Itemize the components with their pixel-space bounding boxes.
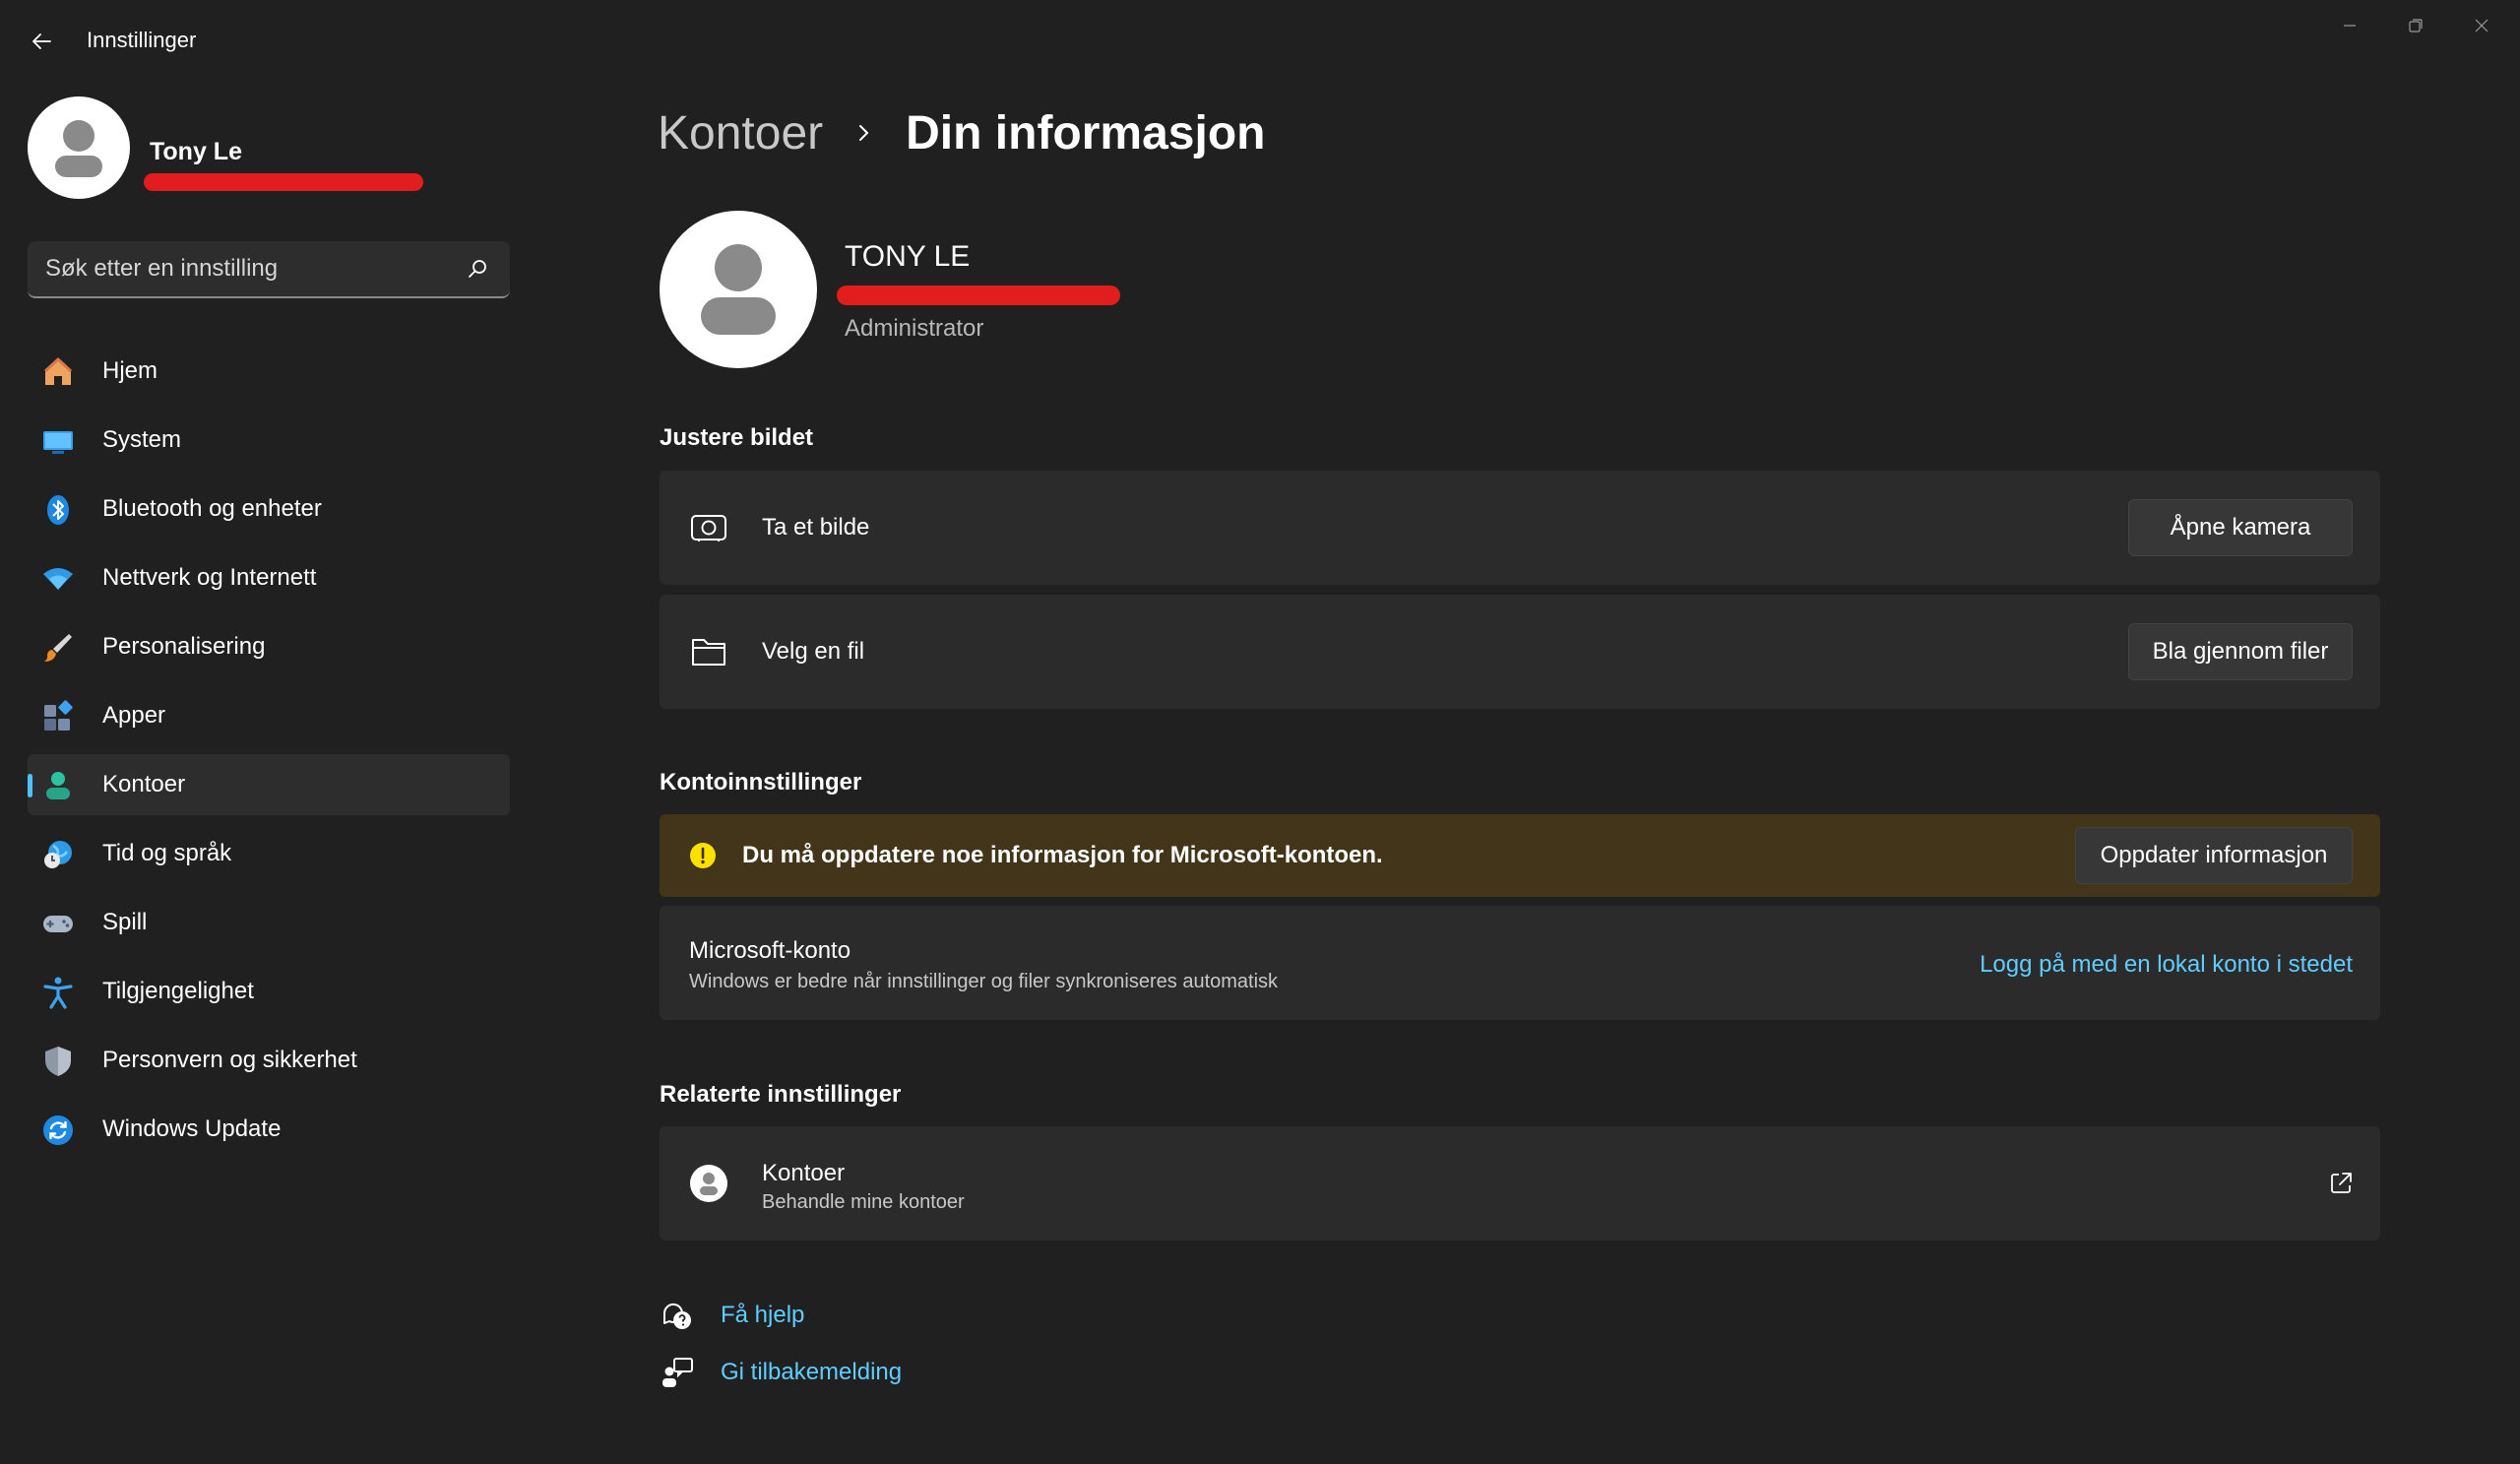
profile-header: TONY LE Administrator (658, 211, 1642, 373)
paintbrush-icon (41, 631, 75, 665)
apps-icon (41, 700, 75, 733)
breadcrumb: Kontoer Din informasjon (658, 98, 1265, 167)
take-photo-card: Ta et bilde Åpne kamera (660, 471, 2380, 585)
sidebar-item-network[interactable]: Nettverk og Internett (28, 547, 510, 608)
user-silhouette-icon (701, 244, 776, 335)
app-title: Innstillinger (87, 28, 197, 52)
sidebar-user-card[interactable]: Tony Le (28, 96, 520, 205)
microsoft-account-title: Microsoft-konto (689, 937, 851, 964)
microsoft-account-subtitle: Windows er bedre når innstillinger og fi… (689, 971, 1279, 992)
choose-file-label: Velg en fil (762, 638, 865, 665)
user-silhouette-icon (55, 120, 102, 177)
sidebar-item-label: Bluetooth og enheter (102, 495, 322, 522)
sidebar-item-apps[interactable]: Apper (28, 685, 510, 746)
sidebar-item-label: Kontoer (102, 771, 186, 797)
search-box[interactable] (28, 241, 510, 298)
shield-icon (41, 1045, 75, 1078)
accessibility-icon (41, 976, 75, 1009)
title-bar: Innstillinger (0, 0, 2520, 79)
search-icon[interactable] (467, 258, 488, 280)
sidebar-item-label: Personalisering (102, 633, 266, 660)
email-redaction (144, 173, 423, 191)
browse-files-button[interactable]: Bla gjennom filer (2128, 623, 2353, 680)
warning-text: Du må oppdatere noe informasjon for Micr… (742, 842, 1383, 868)
time-language-icon (41, 838, 75, 871)
email-redaction (837, 286, 1120, 305)
related-accounts-title: Kontoer (762, 1160, 846, 1186)
sidebar-item-gaming[interactable]: Spill (28, 892, 510, 953)
warning-icon (683, 836, 723, 875)
related-accounts-card[interactable]: Kontoer Behandle mine kontoer (660, 1126, 2380, 1241)
accounts-icon (41, 769, 75, 802)
sidebar-item-label: Tilgjengelighet (102, 978, 254, 1004)
camera-icon (689, 508, 728, 547)
profile-role: Administrator (845, 315, 984, 342)
home-icon (41, 355, 75, 389)
section-title-adjust-picture: Justere bildet (660, 424, 814, 451)
breadcrumb-parent[interactable]: Kontoer (658, 106, 823, 160)
help-chat-icon (660, 1298, 695, 1333)
sidebar-item-privacy[interactable]: Personvern og sikkerhet (28, 1030, 510, 1091)
windows-update-icon (41, 1114, 75, 1147)
section-title-account-settings: Kontoinnstillinger (660, 769, 862, 796)
sidebar: Tony Le Hjem System Bluetooth og enheter (0, 79, 532, 1464)
user-name: Tony Le (150, 138, 242, 165)
sidebar-item-hjem[interactable]: Hjem (28, 341, 510, 402)
give-feedback-link[interactable]: Gi tilbakemelding (660, 1353, 902, 1392)
profile-name: TONY LE (845, 240, 971, 273)
sidebar-item-bluetooth[interactable]: Bluetooth og enheter (28, 478, 510, 540)
warning-banner: Du må oppdatere noe informasjon for Micr… (660, 814, 2380, 897)
open-camera-button[interactable]: Åpne kamera (2128, 499, 2353, 556)
minimize-button[interactable] (2317, 6, 2382, 45)
close-icon (2475, 19, 2488, 32)
take-photo-label: Ta et bilde (762, 514, 870, 541)
sidebar-item-label: Windows Update (102, 1115, 282, 1142)
get-help-link[interactable]: Få hjelp (660, 1296, 804, 1335)
microsoft-account-card: Microsoft-konto Windows er bedre når inn… (660, 906, 2380, 1020)
folder-icon (689, 632, 728, 671)
page-title: Din informasjon (906, 106, 1266, 159)
feedback-icon (660, 1355, 695, 1390)
sidebar-item-system[interactable]: System (28, 410, 510, 471)
sidebar-item-label: Personvern og sikkerhet (102, 1047, 357, 1073)
wifi-icon (41, 562, 75, 596)
sidebar-item-windows-update[interactable]: Windows Update (28, 1099, 510, 1160)
sidebar-item-label: Apper (102, 702, 166, 729)
choose-file-card: Velg en fil Bla gjennom filer (660, 595, 2380, 709)
section-title-related: Relaterte innstillinger (660, 1081, 902, 1108)
sidebar-item-time-language[interactable]: Tid og språk (28, 823, 510, 884)
back-button[interactable] (22, 24, 61, 59)
sidebar-item-label: Spill (102, 909, 148, 935)
avatar (660, 211, 817, 368)
sidebar-item-label: Nettverk og Internett (102, 564, 317, 591)
sidebar-item-personalization[interactable]: Personalisering (28, 616, 510, 677)
sidebar-item-accounts[interactable]: Kontoer (28, 754, 510, 815)
gamepad-icon (41, 907, 75, 940)
account-circle-icon (689, 1164, 728, 1203)
related-accounts-subtitle: Behandle mine kontoer (762, 1191, 965, 1213)
maximize-button[interactable] (2383, 6, 2448, 45)
sidebar-item-label: Hjem (102, 357, 158, 384)
minimize-icon (2344, 25, 2356, 27)
sidebar-item-label: Tid og språk (102, 840, 232, 866)
external-link-icon[interactable] (2321, 1164, 2361, 1203)
sidebar-item-accessibility[interactable]: Tilgjengelighet (28, 961, 510, 1022)
maximize-icon (2409, 19, 2423, 32)
bluetooth-icon (41, 493, 75, 527)
sidebar-nav: Hjem System Bluetooth og enheter Nettver… (28, 341, 510, 1168)
avatar (28, 96, 130, 199)
back-arrow-icon (32, 33, 51, 49)
chevron-right-icon (835, 113, 894, 153)
close-button[interactable] (2449, 6, 2514, 45)
give-feedback-label: Gi tilbakemelding (721, 1359, 903, 1385)
update-info-button[interactable]: Oppdater informasjon (2075, 827, 2353, 884)
sidebar-item-label: System (102, 426, 182, 453)
search-input[interactable] (45, 241, 459, 296)
system-display-icon (41, 424, 75, 458)
get-help-label: Få hjelp (721, 1302, 805, 1328)
local-account-link[interactable]: Logg på med en lokal konto i stedet (1980, 951, 2353, 979)
